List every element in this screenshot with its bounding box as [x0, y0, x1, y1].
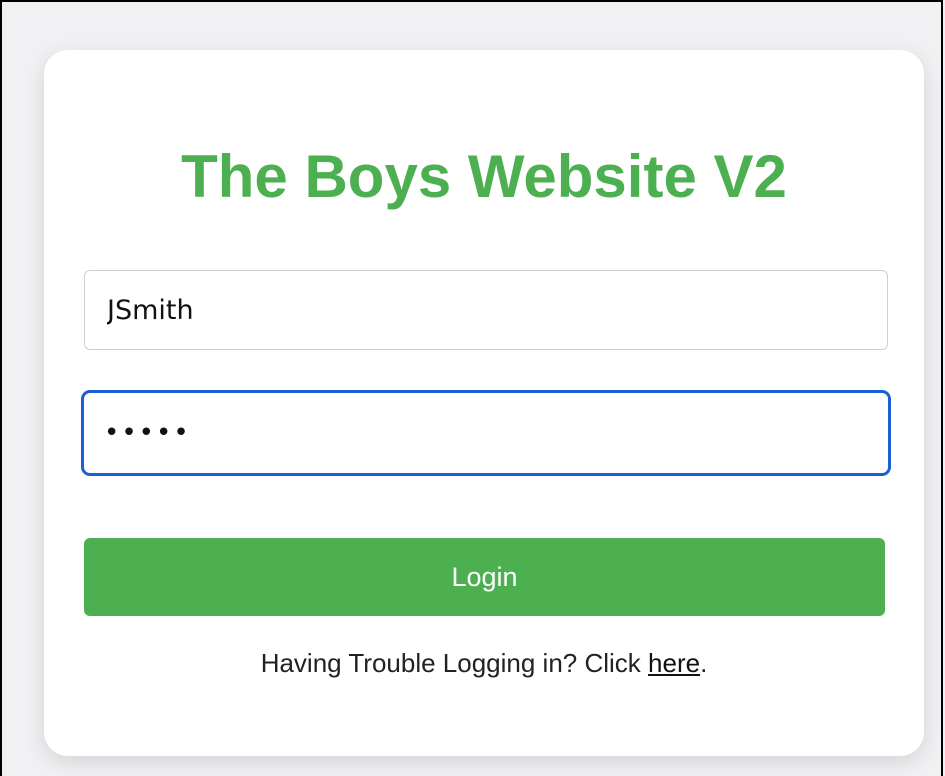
page-title: The Boys Website V2 [181, 143, 787, 210]
trouble-suffix: . [700, 648, 708, 678]
help-link[interactable]: here [648, 648, 700, 678]
login-button[interactable]: Login [84, 538, 885, 616]
login-card: The Boys Website V2 Login Having Trouble… [44, 50, 924, 756]
trouble-message: Having Trouble Logging in? Click here. [44, 648, 924, 679]
password-input[interactable] [81, 390, 891, 476]
username-input[interactable] [84, 270, 888, 350]
trouble-text: Having Trouble Logging in? Click [260, 648, 649, 678]
